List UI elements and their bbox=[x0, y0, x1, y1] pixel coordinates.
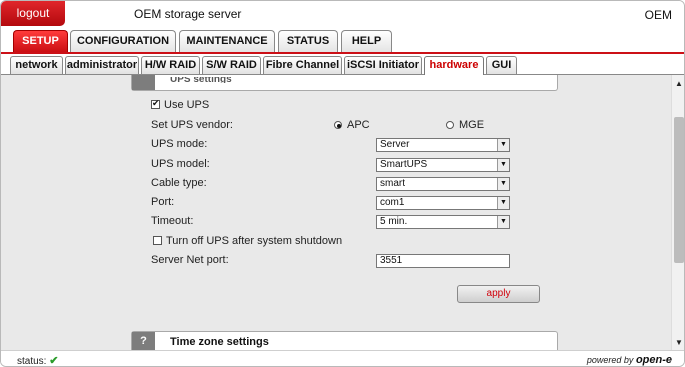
subtab-hardware[interactable]: hardware bbox=[424, 56, 484, 75]
ups-model-value: SmartUPS bbox=[380, 159, 428, 170]
vendor-apc-radio[interactable] bbox=[334, 121, 342, 129]
port-select[interactable]: com1 ▼ bbox=[376, 196, 510, 210]
scrollbar-thumb[interactable] bbox=[674, 117, 684, 263]
turnoff-ups-checkbox[interactable] bbox=[153, 236, 162, 245]
scroll-down-arrow-icon[interactable]: ▼ bbox=[672, 336, 684, 350]
main-tabs-underline bbox=[1, 52, 684, 54]
subtab-iscsi-initiator[interactable]: iSCSI Initiator bbox=[344, 56, 422, 74]
timeout-select[interactable]: 5 min. ▼ bbox=[376, 215, 510, 229]
help-icon[interactable] bbox=[132, 75, 155, 90]
cable-type-value: smart bbox=[380, 178, 405, 189]
help-icon[interactable]: ? bbox=[132, 332, 155, 350]
sub-tabs: network administrator H/W RAID S/W RAID … bbox=[1, 56, 684, 75]
chevron-down-icon[interactable]: ▼ bbox=[497, 178, 509, 190]
ups-model-select[interactable]: SmartUPS ▼ bbox=[376, 158, 510, 172]
app-window: logout OEM storage server OEM SETUP CONF… bbox=[0, 0, 685, 367]
top-bar: logout OEM storage server OEM bbox=[1, 1, 684, 28]
ups-settings-header[interactable]: UPS settings bbox=[131, 75, 558, 91]
app-title: OEM storage server bbox=[134, 7, 242, 21]
ups-mode-value: Server bbox=[380, 139, 410, 150]
use-ups-row[interactable]: Use UPS bbox=[151, 98, 210, 111]
port-label: Port: bbox=[151, 196, 175, 208]
main-tabs: SETUP CONFIGURATION MAINTENANCE STATUS H… bbox=[1, 30, 684, 54]
timeout-value: 5 min. bbox=[380, 216, 408, 227]
chevron-down-icon[interactable]: ▼ bbox=[497, 159, 509, 171]
turnoff-ups-row[interactable]: Turn off UPS after system shutdown bbox=[153, 235, 342, 247]
powered-by: powered by open-e bbox=[587, 354, 672, 366]
chevron-down-icon[interactable]: ▼ bbox=[497, 139, 509, 151]
ups-mode-select[interactable]: Server ▼ bbox=[376, 138, 510, 152]
chevron-down-icon[interactable]: ▼ bbox=[497, 216, 509, 228]
subtab-network[interactable]: network bbox=[10, 56, 63, 74]
timezone-settings-title: Time zone settings bbox=[170, 336, 269, 348]
apply-button[interactable]: apply bbox=[457, 285, 540, 303]
vendor-mge-radio[interactable] bbox=[446, 121, 454, 129]
tab-setup[interactable]: SETUP bbox=[13, 30, 68, 54]
tab-status[interactable]: STATUS bbox=[278, 30, 338, 52]
open-e-logo: open-e bbox=[635, 354, 672, 366]
status-bar: status: ✔ powered by open-e bbox=[1, 350, 684, 367]
timezone-settings-header[interactable]: ? Time zone settings bbox=[131, 331, 558, 350]
subtab-fibre-channel[interactable]: Fibre Channel bbox=[263, 56, 342, 74]
check-icon: ✔ bbox=[49, 355, 59, 367]
server-net-port-label: Server Net port: bbox=[151, 254, 229, 266]
content-area[interactable]: UPS settings Use UPS Set UPS vendor: APC… bbox=[1, 75, 671, 350]
vendor-apc-label: APC bbox=[347, 119, 370, 131]
ups-mode-label: UPS mode: bbox=[151, 138, 208, 150]
turnoff-ups-label: Turn off UPS after system shutdown bbox=[166, 235, 343, 247]
subtab-administrator[interactable]: administrator bbox=[65, 56, 139, 74]
cable-type-select[interactable]: smart ▼ bbox=[376, 177, 510, 191]
logout-button[interactable]: logout bbox=[1, 1, 65, 26]
vendor-mge-label: MGE bbox=[459, 119, 485, 131]
status-label: status: bbox=[17, 356, 47, 367]
cable-type-label: Cable type: bbox=[151, 177, 207, 189]
subtab-hw-raid[interactable]: H/W RAID bbox=[141, 56, 200, 74]
subtab-gui[interactable]: GUI bbox=[486, 56, 517, 74]
ups-settings-title: UPS settings bbox=[170, 77, 232, 83]
subtab-sw-raid[interactable]: S/W RAID bbox=[202, 56, 261, 74]
ups-settings-form: Use UPS Set UPS vendor: APC MGE UPS mode… bbox=[131, 93, 558, 331]
vendor-apc-option[interactable]: APC bbox=[334, 119, 370, 131]
chevron-down-icon[interactable]: ▼ bbox=[497, 197, 509, 209]
tab-help[interactable]: HELP bbox=[341, 30, 392, 52]
brand-label: OEM bbox=[644, 8, 672, 22]
scroll-up-arrow-icon[interactable]: ▲ bbox=[672, 77, 684, 91]
vertical-scrollbar[interactable]: ▲ ▼ bbox=[671, 75, 684, 350]
port-value: com1 bbox=[380, 197, 405, 208]
ups-model-label: UPS model: bbox=[151, 158, 210, 170]
use-ups-label: Use UPS bbox=[164, 99, 210, 111]
vendor-mge-option[interactable]: MGE bbox=[446, 119, 484, 131]
server-net-port-input[interactable]: 3551 bbox=[376, 254, 510, 268]
powered-by-label: powered by bbox=[586, 355, 634, 365]
use-ups-checkbox[interactable] bbox=[151, 98, 160, 109]
status-indicator: status: ✔ bbox=[17, 354, 59, 367]
vendor-label: Set UPS vendor: bbox=[151, 119, 233, 131]
tab-maintenance[interactable]: MAINTENANCE bbox=[179, 30, 275, 52]
timeout-label: Timeout: bbox=[151, 215, 194, 227]
tab-configuration[interactable]: CONFIGURATION bbox=[70, 30, 176, 52]
